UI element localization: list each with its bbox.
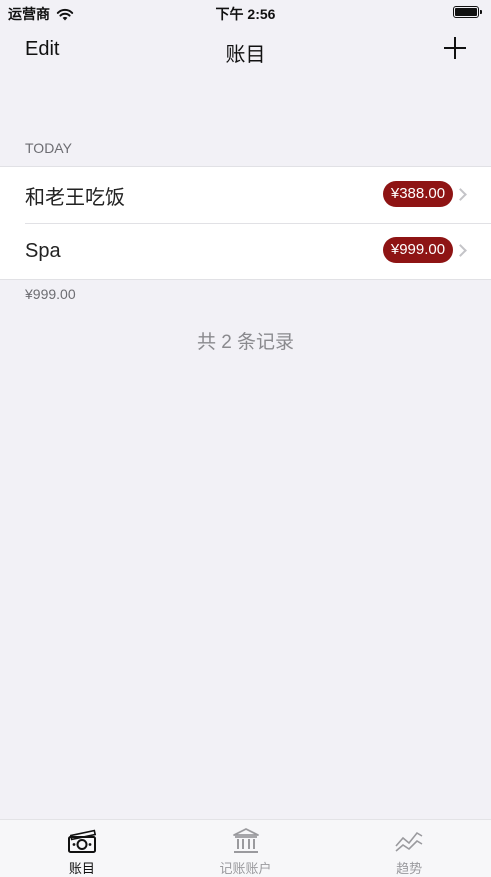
page-title: 账目 <box>225 44 266 66</box>
status-bar: 运营商 下午 2:56 <box>0 0 491 24</box>
battery-icon <box>453 6 482 18</box>
record-name: Spa <box>25 239 61 262</box>
plus-icon[interactable] <box>443 36 467 60</box>
tab-label: 趋势 <box>396 861 423 876</box>
bank-icon <box>232 828 259 853</box>
chevron-right-icon <box>454 244 467 257</box>
tab-accounts[interactable]: 记账账户 <box>164 820 328 877</box>
list-item[interactable]: Spa ¥999.00 <box>0 223 491 279</box>
tab-trend[interactable]: 趋势 <box>327 820 491 877</box>
chevron-right-icon <box>454 188 467 201</box>
status-time: 下午 2:56 <box>215 6 276 22</box>
record-count: 共 2 条记录 <box>196 332 295 353</box>
tab-bar: 账目 记账账户 趋势 <box>0 819 491 877</box>
tab-label: 记账账户 <box>219 861 272 876</box>
record-name: 和老王吃饭 <box>25 186 125 209</box>
section-footer: ¥999.00 <box>25 286 76 302</box>
section-header: TODAY <box>25 140 72 156</box>
money-stack-icon <box>67 829 96 853</box>
trend-icon <box>395 831 423 852</box>
list-item[interactable]: 和老王吃饭 ¥388.00 <box>0 167 491 223</box>
tab-label: 账目 <box>68 861 95 876</box>
tab-ledger[interactable]: 账目 <box>0 820 164 877</box>
record-list: 和老王吃饭 ¥388.00 Spa ¥999.00 <box>0 166 491 280</box>
navigation-bar: Edit 账目 <box>0 28 491 72</box>
amount-badge: ¥388.00 <box>383 181 453 207</box>
amount-badge: ¥999.00 <box>383 237 453 263</box>
